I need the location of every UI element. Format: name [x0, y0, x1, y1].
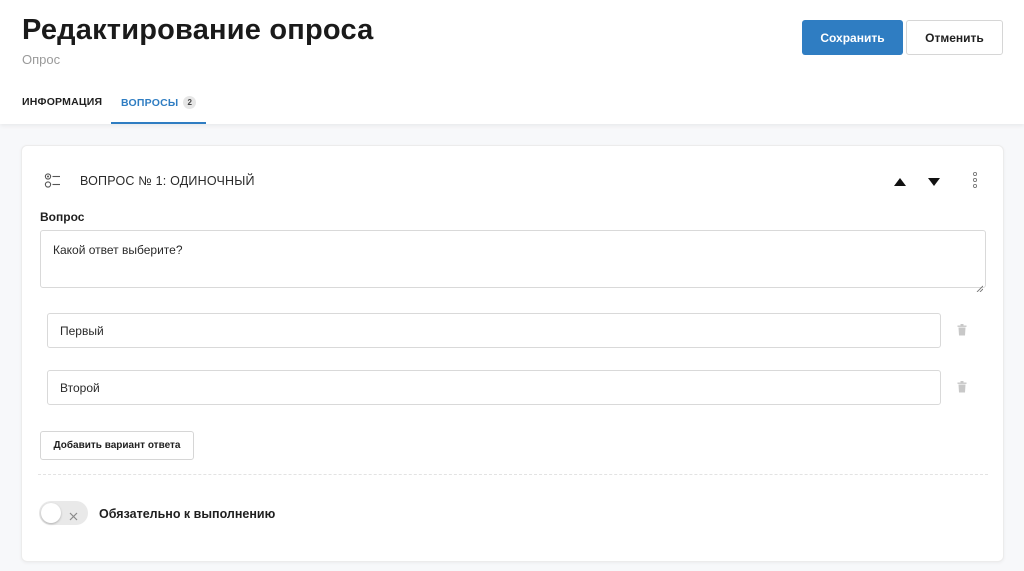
page-header: Редактирование опроса Опрос Сохранить От…	[0, 0, 1024, 124]
delete-answer-icon[interactable]	[957, 380, 967, 398]
arrow-down-icon[interactable]	[927, 174, 941, 192]
tab-information[interactable]: ИНФОРМАЦИЯ	[22, 88, 102, 124]
tab-questions-label: ВОПРОСЫ	[121, 97, 179, 109]
delete-answer-icon[interactable]	[957, 323, 967, 341]
resize-handle-icon[interactable]	[976, 279, 984, 297]
add-answer-button[interactable]: Добавить вариант ответа	[40, 431, 194, 460]
page-title: Редактирование опроса	[22, 14, 374, 46]
save-button[interactable]: Сохранить	[802, 20, 903, 55]
toggle-knob	[41, 503, 61, 523]
question-card: ВОПРОС № 1: ОДИНОЧНЫЙ Вопрос Какой ответ…	[21, 145, 1004, 562]
tab-questions-count-badge: 2	[183, 96, 197, 109]
answer-option-input[interactable]	[47, 313, 941, 348]
page-subtitle: Опрос	[22, 52, 61, 67]
tab-information-label: ИНФОРМАЦИЯ	[22, 96, 103, 108]
section-divider	[38, 474, 988, 475]
question-text-input[interactable]: Какой ответ выберите?	[40, 230, 986, 288]
single-choice-icon	[44, 172, 62, 195]
tab-questions[interactable]: ВОПРОСЫ 2	[111, 88, 206, 124]
question-title: ВОПРОС № 1: ОДИНОЧНЫЙ	[80, 174, 255, 188]
required-toggle[interactable]	[39, 501, 88, 525]
cancel-button[interactable]: Отменить	[906, 20, 1003, 55]
close-icon	[69, 508, 78, 526]
required-toggle-label: Обязательно к выполнению	[99, 507, 276, 521]
question-field-label: Вопрос	[40, 210, 85, 224]
arrow-up-icon[interactable]	[893, 174, 907, 192]
more-vertical-icon[interactable]	[972, 171, 978, 194]
answer-option-input[interactable]	[47, 370, 941, 405]
